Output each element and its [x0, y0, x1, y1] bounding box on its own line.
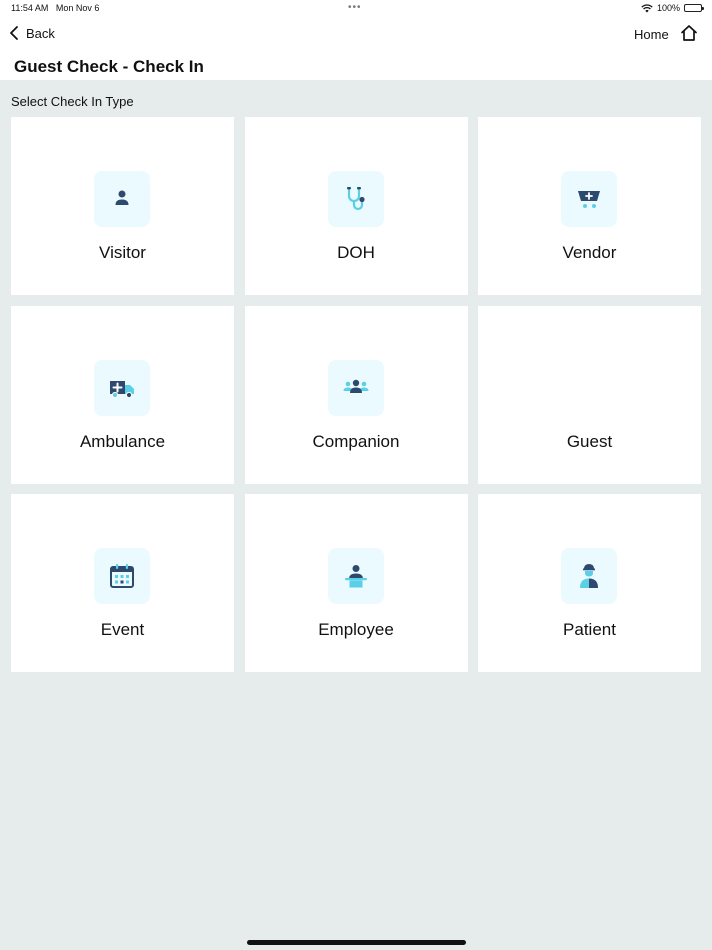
tile-label: Guest [566, 431, 613, 451]
tile-label: Vendor [562, 243, 617, 262]
status-bar: 11:54 AM Mon Nov 6 ••• 100% [0, 0, 712, 17]
tile-patient[interactable]: Patient [478, 494, 701, 672]
chevron-left-icon [10, 26, 18, 40]
home-indicator[interactable] [247, 940, 466, 945]
patient-icon [561, 548, 617, 604]
status-indicators: 100% [641, 3, 704, 13]
group-icon [327, 359, 384, 416]
back-button[interactable]: Back [8, 25, 55, 41]
status-time: 11:54 AM Mon Nov 6 [11, 3, 100, 13]
tile-event[interactable]: Event [11, 494, 234, 672]
person-icon [94, 171, 150, 227]
home-link[interactable]: Home [634, 27, 669, 42]
tile-label: Ambulance [79, 431, 166, 451]
tile-visitor[interactable]: Visitor [11, 117, 234, 295]
tile-label: Visitor [99, 243, 146, 262]
battery-percent: 100% [656, 3, 680, 13]
section-label: Select Check In Type [11, 94, 134, 109]
tile-label: Employee [318, 620, 394, 639]
tile-guest[interactable]: Guest [478, 305, 701, 484]
tile-ambulance[interactable]: Ambulance [11, 305, 234, 484]
check-in-type-grid: Visitor DOH Vendor Ambulance Companion G… [11, 117, 701, 672]
ambulance-icon [94, 359, 150, 416]
page-title: Guest Check - Check In [14, 57, 204, 76]
employee-icon [327, 548, 384, 604]
tile-label: Patient [563, 620, 616, 639]
cart-plus-icon [561, 171, 617, 227]
multitasking-dots[interactable]: ••• [348, 2, 362, 13]
tile-employee[interactable]: Employee [244, 494, 468, 672]
calendar-icon [94, 548, 150, 604]
home-icon[interactable] [680, 24, 698, 42]
tile-label: Event [100, 620, 145, 639]
stethoscope-icon [327, 171, 384, 227]
tile-doh[interactable]: DOH [244, 117, 468, 295]
tile-companion[interactable]: Companion [244, 305, 468, 484]
tile-label: DOH [337, 243, 375, 262]
tile-vendor[interactable]: Vendor [478, 117, 701, 295]
back-label: Back [26, 25, 55, 41]
battery-icon [684, 4, 704, 12]
nav-bar: Back Home Guest Check - Check In [0, 17, 712, 80]
wifi-icon [641, 3, 653, 12]
tile-label: Companion [312, 431, 400, 451]
